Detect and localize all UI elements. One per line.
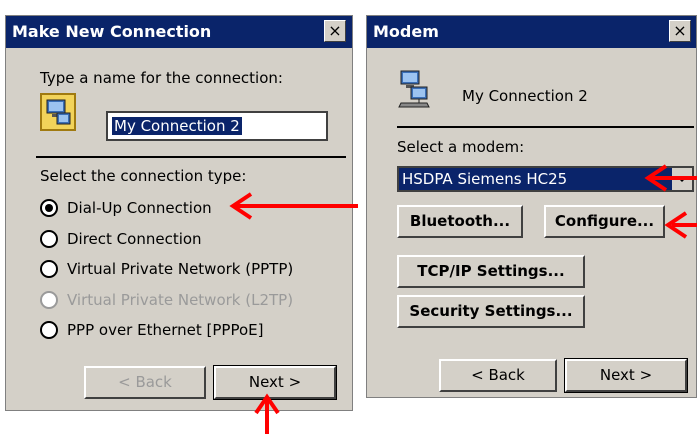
option-l2tp: Virtual Private Network (L2TP) xyxy=(67,291,294,309)
back-button: < Back xyxy=(84,366,206,399)
radio-dial-up[interactable] xyxy=(40,199,58,217)
modem-select-value: HSDPA Siemens HC25 xyxy=(402,170,568,188)
radio-direct[interactable] xyxy=(40,230,58,248)
dialog-title: Make New Connection xyxy=(6,16,352,48)
annotation-arrow-icon xyxy=(254,393,280,434)
type-prompt: Select the connection type: xyxy=(40,167,247,185)
dialog-title: Modem xyxy=(367,16,696,48)
connection-icon xyxy=(40,93,76,131)
option-pptp[interactable]: Virtual Private Network (PPTP) xyxy=(67,260,293,278)
separator xyxy=(36,156,346,158)
radio-pppoe[interactable] xyxy=(40,321,58,339)
name-prompt: Type a name for the connection: xyxy=(40,69,283,87)
tcpip-settings-button[interactable]: TCP/IP Settings... xyxy=(397,255,585,288)
annotation-arrow-icon xyxy=(640,164,697,192)
connection-name-label: My Connection 2 xyxy=(462,87,588,105)
close-icon[interactable]: × xyxy=(324,20,346,42)
modem-prompt: Select a modem: xyxy=(397,138,525,156)
modem-dialog: Modem × My Connection 2 Select a modem: … xyxy=(366,15,697,398)
annotation-arrow-icon xyxy=(225,192,358,220)
next-button[interactable]: Next > xyxy=(564,358,688,393)
option-pppoe[interactable]: PPP over Ethernet [PPPoE] xyxy=(67,321,263,339)
annotation-arrow-icon xyxy=(662,211,697,239)
option-dial-up[interactable]: Dial-Up Connection xyxy=(67,199,212,217)
separator xyxy=(397,126,694,128)
close-icon[interactable]: × xyxy=(669,20,691,42)
security-settings-button[interactable]: Security Settings... xyxy=(397,295,585,328)
configure-button[interactable]: Configure... xyxy=(544,205,665,238)
option-direct[interactable]: Direct Connection xyxy=(67,230,202,248)
bluetooth-button[interactable]: Bluetooth... xyxy=(397,205,523,238)
back-button[interactable]: < Back xyxy=(439,359,557,392)
radio-l2tp xyxy=(40,291,58,309)
connection-name-input[interactable]: My Connection 2 xyxy=(106,111,328,141)
modem-icon xyxy=(397,69,433,109)
radio-pptp[interactable] xyxy=(40,260,58,278)
connection-name-value: My Connection 2 xyxy=(112,117,242,135)
